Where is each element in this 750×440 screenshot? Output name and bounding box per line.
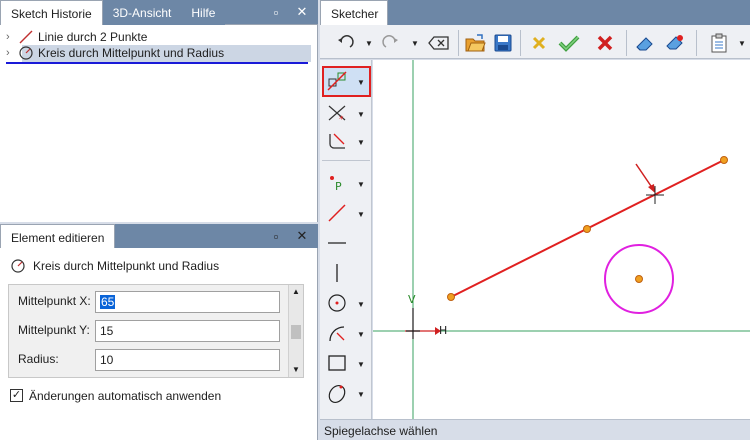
chevron-right-icon[interactable]: ›	[6, 31, 18, 43]
tree-item-label: Linie durch 2 Punkte	[38, 30, 148, 44]
line-tool-icon[interactable]	[322, 200, 352, 226]
redo-icon[interactable]	[378, 30, 404, 56]
chevron-right-icon[interactable]: ›	[6, 47, 18, 59]
undo-icon[interactable]	[332, 30, 358, 56]
field-label-x: Mittelpunkt X:	[18, 294, 91, 308]
circle-radius-icon	[19, 46, 33, 60]
scroll-down-icon[interactable]: ▼	[292, 365, 300, 374]
chevron-down-icon[interactable]: ▼	[357, 110, 365, 119]
line-end-point	[720, 156, 728, 164]
chevron-down-icon[interactable]: ▼	[737, 38, 747, 48]
cancel-cross-icon[interactable]	[526, 30, 552, 56]
tab-sketcher[interactable]: Sketcher	[320, 0, 388, 25]
element-title: Kreis durch Mittelpunkt und Radius	[33, 259, 220, 273]
radius-input[interactable]: 10	[95, 349, 280, 371]
axis-label-v: V	[408, 293, 416, 306]
restore-icon[interactable]: ▫	[268, 229, 284, 245]
edit-panel: Element editieren ▫ ✕ Kreis durch Mittel…	[0, 224, 318, 440]
line-icon	[19, 30, 33, 44]
close-icon[interactable]: ✕	[294, 4, 310, 20]
axis-label-h: H	[439, 324, 448, 337]
toolbar-separator	[458, 30, 459, 56]
restore-icon[interactable]: ▫	[268, 5, 284, 21]
chevron-down-icon[interactable]: ▼	[364, 38, 374, 48]
status-bar: Spiegelachse wählen	[320, 419, 750, 440]
tree-item-label: Kreis durch Mittelpunkt und Radius	[38, 46, 225, 60]
toolbar-separator	[626, 30, 627, 56]
scrollbar[interactable]: ▲ ▼	[288, 285, 303, 377]
chevron-down-icon[interactable]: ▼	[357, 78, 365, 87]
circle-radius-icon	[11, 259, 25, 273]
delete-backspace-icon[interactable]	[426, 30, 452, 56]
horizontal-line-icon[interactable]	[322, 230, 352, 256]
line-start-point	[447, 293, 455, 301]
chevron-down-icon[interactable]: ▼	[357, 138, 365, 147]
chevron-down-icon[interactable]: ▼	[357, 210, 365, 219]
field-value-x: 65	[100, 295, 116, 309]
eraser-icon[interactable]	[632, 30, 658, 56]
history-panel: Sketch Historie 3D-Ansicht Hilfe ▫ ✕ › L…	[0, 0, 318, 222]
chevron-down-icon[interactable]: ▼	[357, 180, 365, 189]
svg-text:P: P	[335, 180, 342, 193]
circle-tool-icon[interactable]	[322, 290, 352, 316]
accept-check-icon[interactable]	[556, 30, 582, 56]
toolbar-separator	[520, 30, 521, 56]
sketch-drawing	[373, 60, 750, 419]
open-folder-icon[interactable]	[462, 30, 488, 56]
point-tool-icon[interactable]: P	[322, 170, 352, 196]
trim-tool-icon[interactable]: *	[322, 100, 352, 126]
circle-center-point	[635, 275, 643, 283]
arc-tool-icon[interactable]	[322, 320, 352, 346]
scroll-up-icon[interactable]: ▲	[292, 287, 300, 296]
chevron-down-icon[interactable]: ▼	[410, 38, 420, 48]
close-icon[interactable]: ✕	[294, 228, 310, 244]
status-text: Spiegelachse wählen	[324, 424, 438, 438]
clipboard-icon[interactable]	[706, 30, 732, 56]
pointer-arrow-line	[635, 163, 654, 190]
mirror-tool-icon[interactable]	[322, 68, 352, 94]
tab-element-editieren[interactable]: Element editieren	[0, 224, 116, 248]
rectangle-tool-icon[interactable]	[322, 350, 352, 376]
chevron-down-icon[interactable]: ▼	[357, 360, 365, 369]
chevron-down-icon[interactable]: ▼	[357, 300, 365, 309]
tab-hilfe[interactable]: Hilfe	[181, 0, 226, 25]
auto-apply-label: Änderungen automatisch anwenden	[29, 389, 222, 403]
sketch-canvas[interactable]: V H	[373, 60, 750, 419]
tree-item-kreis[interactable]: › Kreis durch Mittelpunkt und Radius	[6, 44, 224, 62]
mittelpunkt-y-input[interactable]: 15	[95, 320, 280, 342]
field-label-y: Mittelpunkt Y:	[18, 323, 90, 337]
toolbar-separator	[696, 30, 697, 56]
ellipse-tool-icon[interactable]	[322, 380, 352, 406]
vertical-line-icon[interactable]	[322, 260, 352, 286]
field-label-radius: Radius:	[18, 352, 59, 366]
chevron-down-icon[interactable]: ▼	[357, 390, 365, 399]
line-mid-point	[583, 225, 591, 233]
svg-text:*: *	[339, 115, 344, 124]
pointer-arrowhead	[648, 184, 655, 193]
auto-apply-checkbox[interactable]: ✓	[10, 389, 23, 402]
scroll-thumb[interactable]	[291, 325, 301, 339]
tab-3d-ansicht[interactable]: 3D-Ansicht	[102, 0, 182, 25]
save-icon[interactable]	[490, 30, 516, 56]
eraser-special-icon[interactable]	[662, 30, 688, 56]
close-red-x-icon[interactable]	[592, 30, 618, 56]
left-toolbar-separator	[322, 160, 370, 161]
fillet-tool-icon[interactable]	[322, 128, 352, 154]
chevron-down-icon[interactable]: ▼	[357, 330, 365, 339]
mittelpunkt-x-input[interactable]: 65	[95, 291, 280, 313]
selection-underline	[6, 62, 308, 64]
tab-sketch-historie[interactable]: Sketch Historie	[0, 0, 103, 25]
